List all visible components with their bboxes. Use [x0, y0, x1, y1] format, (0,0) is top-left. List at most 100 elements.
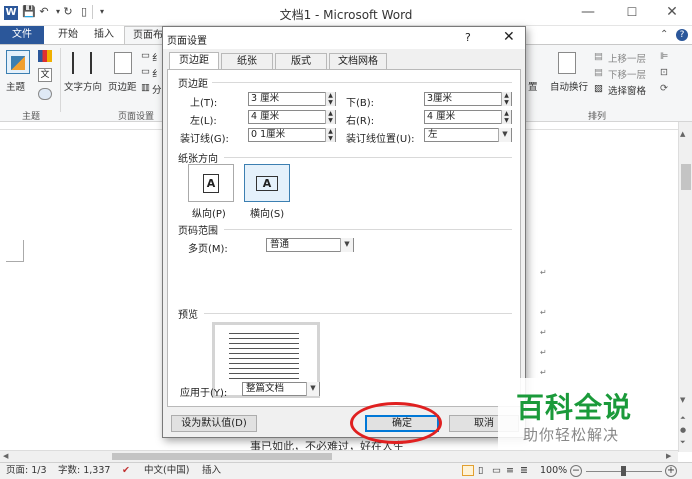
portrait-button[interactable]: A [188, 164, 234, 202]
gutter-spinner[interactable]: ▲ ▼ [325, 128, 335, 142]
scroll-right-icon[interactable]: ▶ [666, 452, 671, 460]
zoom-in-button[interactable]: + [665, 465, 677, 477]
insert-mode[interactable]: 插入 [202, 463, 221, 479]
apply-to-value: 整篇文档 [246, 383, 285, 394]
size-partial[interactable]: ▭ [141, 66, 150, 77]
page-count[interactable]: 页面: 1/3 [6, 463, 47, 479]
columns-partial[interactable]: ▥ [141, 82, 150, 93]
proofing-icon[interactable]: ✔ [122, 463, 130, 479]
dialog-title: 页面设置 [167, 36, 207, 47]
draft-icon[interactable]: ≣ [520, 463, 528, 479]
watermark-title: 百科全说 [516, 391, 633, 424]
orientation-label-partial[interactable]: 纟 [152, 50, 162, 64]
dialog-help-button[interactable]: ? [465, 31, 471, 44]
align-icon[interactable]: ⊫ [660, 51, 668, 62]
chevron-down-icon[interactable]: ▼ [306, 382, 319, 396]
tab-paper[interactable]: 纸张 [221, 53, 273, 70]
themes-button[interactable] [6, 50, 30, 74]
tab-document-grid[interactable]: 文档网格 [329, 53, 387, 70]
group-icon[interactable]: ⊡ [660, 67, 668, 78]
collapse-ribbon-icon[interactable]: ⌃ [660, 29, 668, 40]
text-direction-icon[interactable] [72, 52, 92, 74]
paragraph-mark: ↵ [540, 268, 547, 277]
section-divider [212, 82, 512, 83]
zoom-slider-thumb[interactable] [621, 466, 626, 476]
right-margin-field[interactable]: 4 厘米 ▲ ▼ [424, 110, 512, 124]
vertical-scrollbar[interactable]: ▲ ▼ ⏶ ● ⏷ [678, 122, 692, 452]
left-margin-field[interactable]: 4 厘米 ▲ ▼ [248, 110, 336, 124]
next-page-icon[interactable]: ⏷ [680, 438, 686, 447]
language-indicator[interactable]: 中文(中国) [144, 463, 189, 479]
horizontal-scrollbar[interactable]: ◀ ▶ [0, 450, 678, 462]
columns-label-partial[interactable]: 分 [152, 82, 162, 96]
text-direction-label[interactable]: 文字方向 [64, 79, 102, 93]
close-button[interactable]: ✕ [652, 2, 692, 24]
scroll-up-icon[interactable]: ▲ [680, 130, 685, 138]
margins-label[interactable]: 页边距 [108, 79, 137, 93]
theme-colors-icon[interactable] [38, 50, 52, 62]
left-margin-value: 4 厘米 [251, 111, 280, 122]
word-count[interactable]: 字数: 1,337 [58, 463, 110, 479]
gutter-label: 装订线(G): [180, 134, 229, 145]
right-margin-label: 右(R): [346, 116, 375, 127]
left-margin-label: 左(L): [190, 116, 217, 127]
selection-pane-label[interactable]: 选择窗格 [608, 83, 646, 97]
send-backward-icon[interactable]: ▤ [594, 67, 603, 78]
previous-page-icon[interactable]: ⏶ [680, 414, 686, 423]
help-icon[interactable]: ? [676, 29, 688, 41]
set-as-default-button[interactable]: 设为默认值(D) [171, 415, 257, 432]
rotate-icon[interactable]: ⟳ [660, 83, 668, 94]
minimize-button[interactable]: — [568, 2, 608, 24]
scroll-left-icon[interactable]: ◀ [3, 452, 8, 460]
apply-to-label: 应用于(Y): [180, 388, 228, 399]
maximize-button[interactable]: ☐ [612, 2, 652, 24]
theme-fonts-icon[interactable]: 文 [38, 68, 52, 82]
theme-effects-icon[interactable] [38, 88, 52, 100]
orientation-section-title: 纸张方向 [178, 154, 218, 165]
tab-home[interactable]: 开始 [50, 26, 86, 44]
hscroll-thumb[interactable] [112, 453, 332, 460]
outline-icon[interactable]: ≡ [506, 463, 514, 479]
web-layout-icon[interactable]: ▭ [492, 463, 501, 479]
wrap-text-label[interactable]: 自动换行 [550, 79, 588, 93]
tab-insert[interactable]: 插入 [86, 26, 122, 44]
top-margin-field[interactable]: 3 厘米 ▲ ▼ [248, 92, 336, 106]
bring-forward-label[interactable]: 上移一层 [608, 51, 646, 65]
full-screen-icon[interactable]: ▯ [478, 463, 483, 479]
left-margin-spinner[interactable]: ▲ ▼ [325, 110, 335, 124]
scroll-thumb[interactable] [681, 164, 691, 190]
bottom-margin-field[interactable]: 3厘米 ▲ ▼ [424, 92, 512, 106]
portrait-label: 纵向(P) [192, 209, 226, 220]
gutter-field[interactable]: 0 1厘米 ▲ ▼ [248, 128, 336, 142]
multiple-pages-label: 多页(M): [188, 244, 228, 255]
multiple-pages-select[interactable]: 普通 ▼ [266, 238, 354, 252]
section-divider [224, 229, 512, 230]
tab-layout[interactable]: 版式 [275, 53, 327, 70]
orientation-partial[interactable]: ▭ [141, 50, 150, 61]
top-margin-spinner[interactable]: ▲ ▼ [325, 92, 335, 106]
chevron-down-icon[interactable]: ▼ [340, 238, 353, 252]
landscape-button[interactable]: A [244, 164, 290, 202]
bring-forward-icon[interactable]: ▤ [594, 51, 603, 62]
scroll-down-icon[interactable]: ▼ [680, 396, 685, 404]
send-backward-label[interactable]: 下移一层 [608, 67, 646, 81]
dialog-close-button[interactable]: ✕ [503, 29, 515, 45]
position-label[interactable]: 置 [528, 79, 538, 93]
ribbon-separator [60, 48, 61, 112]
chevron-down-icon[interactable]: ▼ [498, 128, 511, 142]
margins-icon[interactable] [114, 52, 132, 74]
tab-file[interactable]: 文件 [0, 26, 44, 44]
print-layout-icon[interactable] [462, 465, 474, 476]
browse-object-icon[interactable]: ● [680, 426, 686, 434]
preview-section-title: 预览 [178, 310, 198, 321]
wrap-text-icon[interactable] [558, 52, 576, 74]
size-label-partial[interactable]: 纟 [152, 66, 162, 80]
selection-pane-icon[interactable]: ▧ [594, 83, 603, 94]
tab-margins[interactable]: 页边距 [169, 52, 219, 70]
zoom-out-button[interactable]: − [570, 465, 582, 477]
bottom-margin-spinner[interactable]: ▲ ▼ [501, 92, 511, 106]
zoom-level[interactable]: 100% [540, 463, 567, 479]
apply-to-select[interactable]: 整篇文档 ▼ [242, 382, 320, 396]
gutter-position-select[interactable]: 左 ▼ [424, 128, 512, 142]
right-margin-spinner[interactable]: ▲ ▼ [501, 110, 511, 124]
